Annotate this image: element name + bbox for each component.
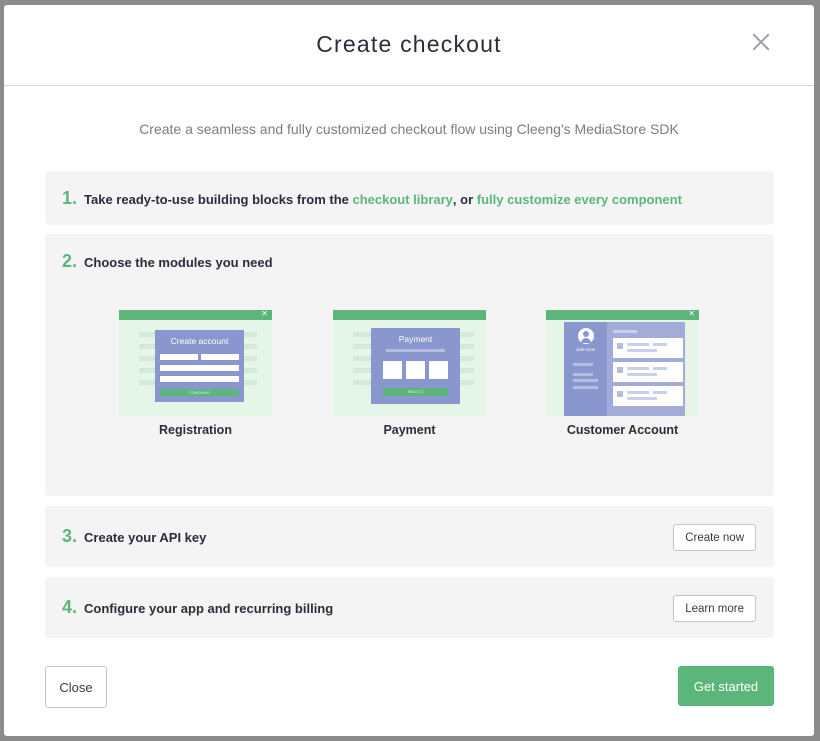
step-number: 3. (62, 526, 78, 546)
step-4-text: Configure your app and recurring billing (84, 601, 334, 616)
payment-thumbnail: Payment SELECT (333, 310, 486, 416)
close-button[interactable]: Close (45, 666, 107, 708)
step-3-text: Create your API key (84, 530, 207, 545)
payment-card-button: SELECT (407, 389, 424, 394)
step-4-heading: 4. Configure your app and recurring bill… (62, 597, 333, 618)
customer-account-card: John Doe (564, 322, 685, 416)
step-1-text: Take ready-to-use building blocks from t… (84, 192, 353, 207)
registration-thumbnail: ✕ Create account CONTINUE (119, 310, 272, 416)
registration-card-button: CONTINUE (189, 390, 210, 395)
payment-card-title: Payment (398, 334, 433, 344)
user-avatar-icon (578, 328, 594, 344)
modal-subtitle: Create a seamless and fully customized c… (139, 121, 679, 137)
close-icon: ✕ (688, 310, 695, 318)
step-number: 1. (62, 188, 78, 208)
step-4-panel: 4. Configure your app and recurring bill… (45, 577, 774, 638)
checkout-library-link[interactable]: checkout library (352, 192, 452, 207)
step-number: 4. (62, 597, 78, 617)
step-2-heading: 2. Choose the modules you need (62, 251, 273, 272)
get-started-button[interactable]: Get started (678, 666, 774, 706)
step-3-panel: 3. Create your API key Create now (45, 506, 774, 567)
module-customer-account[interactable]: ✕ John Doe Customer Account (546, 310, 699, 437)
module-payment[interactable]: Payment SELECT Payment (333, 310, 486, 437)
customer-account-thumbnail: ✕ John Doe (546, 310, 699, 416)
step-1-panel: 1. Take ready-to-use building blocks fro… (45, 171, 774, 225)
close-icon: ✕ (261, 310, 268, 318)
create-now-button[interactable]: Create now (673, 524, 756, 551)
close-icon[interactable] (750, 31, 772, 53)
modal-header: Create checkout (4, 5, 814, 86)
registration-card-title: Create account (170, 336, 229, 346)
step-3-heading: 3. Create your API key (62, 526, 206, 547)
module-registration[interactable]: ✕ Create account CONTINUE Registration (119, 310, 272, 437)
modal-title: Create checkout (316, 31, 502, 57)
step-1-heading: 1. Take ready-to-use building blocks fro… (62, 188, 682, 209)
module-label-registration: Registration (159, 423, 232, 437)
module-label-customer-account: Customer Account (566, 423, 679, 437)
user-name: John Doe (575, 347, 596, 352)
registration-card: Create account CONTINUE (155, 330, 244, 402)
payment-card: Payment SELECT (371, 328, 460, 404)
module-label-payment: Payment (383, 423, 436, 437)
learn-more-button[interactable]: Learn more (673, 595, 756, 622)
step-2-panel: 2. Choose the modules you need ✕ Create … (45, 234, 774, 496)
customize-component-link[interactable]: fully customize every component (477, 192, 682, 207)
step-number: 2. (62, 251, 78, 271)
create-checkout-modal: Create checkout Create a seamless and fu… (4, 5, 814, 736)
step-1-connector: , or (452, 192, 477, 207)
step-2-text: Choose the modules you need (84, 255, 273, 270)
